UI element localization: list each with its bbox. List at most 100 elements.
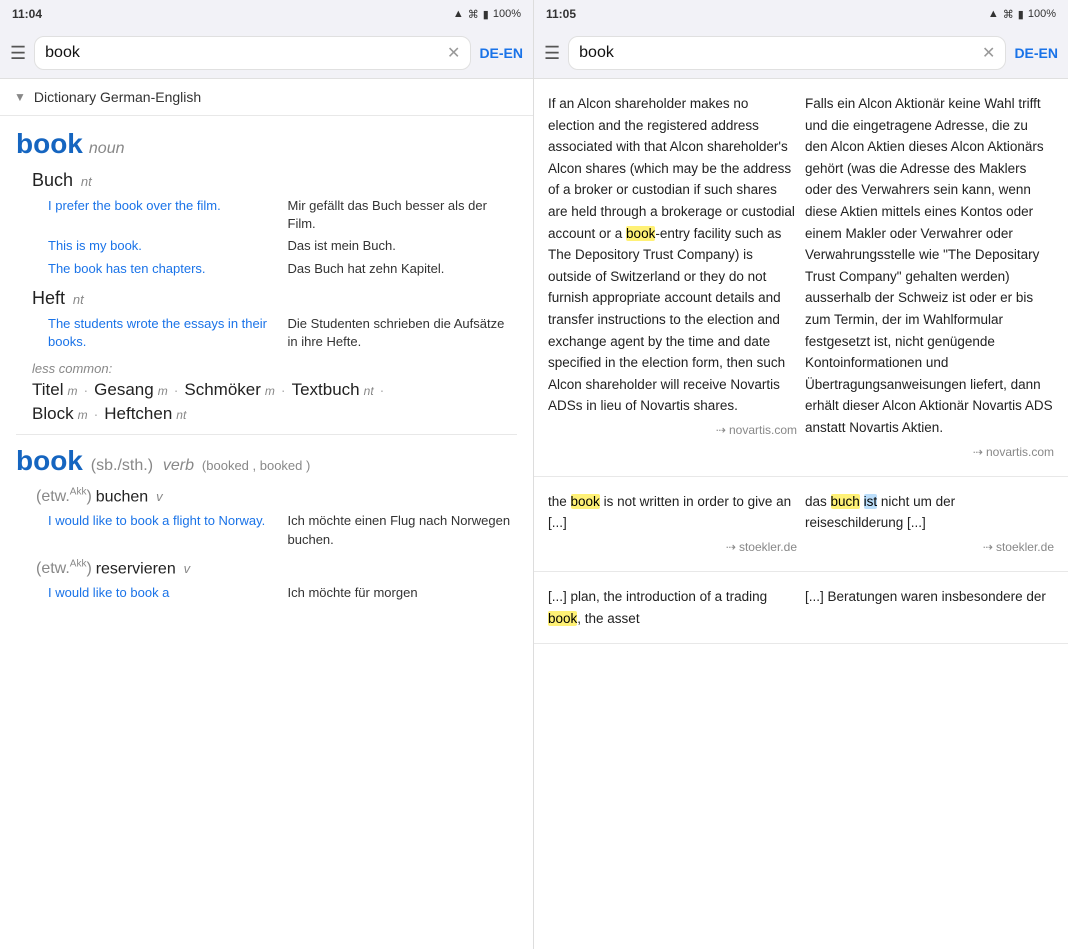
buch-examples: I prefer the book over the film. Mir gef… <box>48 197 517 278</box>
noun-entry-block: booknoun <box>16 128 517 160</box>
lc-textbuch: Textbuch <box>292 380 360 400</box>
battery-percent: 100% <box>1028 8 1056 20</box>
verb-obj: (sb./sth.) <box>91 457 153 474</box>
buch-gender: nt <box>81 174 92 189</box>
right-status-icons: ▲ ⌘ ▮ 100% <box>988 8 1056 21</box>
example-en[interactable]: The students wrote the essays in their b… <box>48 315 278 351</box>
reservieren-main: reservieren <box>96 560 176 577</box>
example-row: The book has ten chapters. Das Buch hat … <box>48 260 517 278</box>
left-status-bar: 11:04 ▲ ⌘ ▮ 100% <box>0 0 533 28</box>
translation-buch: Buch nt I prefer the book over the film.… <box>32 170 517 278</box>
example-de: Das Buch hat zehn Kapitel. <box>288 260 518 278</box>
example-en[interactable]: I would like to book a <box>48 584 278 602</box>
example-en[interactable]: I prefer the book over the film. <box>48 197 278 233</box>
example-de: Die Studenten schrieben die Aufsätze in … <box>288 315 518 351</box>
wifi-icon: ⌘ <box>1003 8 1014 21</box>
right-search-input[interactable] <box>579 44 976 62</box>
etw-label: (etw.Akk) <box>36 488 92 505</box>
source-link-icon: ⇢ <box>983 538 993 557</box>
highlight-book: book <box>626 226 655 241</box>
heft-examples: The students wrote the essays in their b… <box>48 315 517 351</box>
source-link-icon: ⇢ <box>716 421 726 440</box>
less-common-grid: Titel m · Gesang m · Schmöker m · Textbu… <box>32 380 517 426</box>
verb-entry-block: book (sb./sth.) verb (booked , booked ) <box>16 445 517 477</box>
signal-icon: ▲ <box>453 8 464 20</box>
right-lang-toggle[interactable]: DE-EN <box>1014 45 1058 61</box>
stoekler-source-right: ⇢ stoekler.de <box>805 538 1054 557</box>
less-common-label: less common: <box>32 361 517 376</box>
left-search-wrap: ✕ <box>34 36 471 70</box>
left-search-input[interactable] <box>45 44 441 62</box>
source-text[interactable]: stoekler.de <box>739 538 797 557</box>
left-lang-toggle[interactable]: DE-EN <box>479 45 523 61</box>
example-en[interactable]: This is my book. <box>48 237 278 255</box>
source-text[interactable]: novartis.com <box>729 421 797 440</box>
source-text[interactable]: stoekler.de <box>996 538 1054 557</box>
dict-header: ▼ Dictionary German-English <box>0 79 533 116</box>
left-status-icons: ▲ ⌘ ▮ 100% <box>453 8 521 21</box>
highlight-buch: buch <box>831 494 860 509</box>
verb-reservieren-group: (etw.Akk) reservieren v I would like to … <box>32 559 517 603</box>
reservieren-pos: v <box>184 561 191 576</box>
example-row: The students wrote the essays in their b… <box>48 315 517 351</box>
lc-heftchen-gender: nt <box>176 408 186 422</box>
text-content-de: Falls ein Alcon Aktionär keine Wahl trif… <box>805 96 1053 435</box>
lc-gesang: Gesang <box>94 380 154 400</box>
noun-pos: noun <box>89 140 125 157</box>
lc-titel: Titel <box>32 380 64 400</box>
lc-heftchen: Heftchen <box>104 404 172 424</box>
verb-headword: book <box>16 445 83 476</box>
right-time: 11:05 <box>546 7 576 21</box>
source-link-icon: ⇢ <box>973 443 983 462</box>
left-menu-icon[interactable]: ☰ <box>10 43 26 64</box>
left-source-novartis: ⇢ novartis.com <box>548 421 797 440</box>
text-content-de3: [...] Beratungen waren insbesondere der <box>805 589 1046 604</box>
left-search-bar: ☰ ✕ DE-EN <box>0 28 533 79</box>
right-menu-icon[interactable]: ☰ <box>544 43 560 64</box>
example-row: This is my book. Das ist mein Buch. <box>48 237 517 255</box>
source-text[interactable]: novartis.com <box>986 443 1054 462</box>
text-content: the book is not written in order to give… <box>548 494 791 531</box>
right-panel: 11:05 ▲ ⌘ ▮ 100% ☰ ✕ DE-EN If an Alcon s… <box>534 0 1068 949</box>
text-block-right: Falls ein Alcon Aktionär keine Wahl trif… <box>805 93 1054 462</box>
lc-titel-gender: m <box>68 384 78 398</box>
signal-icon: ▲ <box>988 8 999 20</box>
example-row: I prefer the book over the film. Mir gef… <box>48 197 517 233</box>
lc-block: Block <box>32 404 74 424</box>
plan-right: [...] Beratungen waren insbesondere der <box>805 586 1054 629</box>
highlight-ist: ist <box>864 494 878 509</box>
source-link-icon: ⇢ <box>726 538 736 557</box>
right-content: If an Alcon shareholder makes no electio… <box>534 79 1068 949</box>
verb-buchen-group: (etw.Akk) buchen v I would like to book … <box>32 487 517 549</box>
stoekler-left: the book is not written in order to give… <box>548 491 797 557</box>
dict-collapse-arrow[interactable]: ▼ <box>14 90 26 104</box>
divider <box>16 434 517 435</box>
lc-row: Titel m · Gesang m · <box>32 380 184 400</box>
left-panel: 11:04 ▲ ⌘ ▮ 100% ☰ ✕ DE-EN ▼ Dictionary … <box>0 0 534 949</box>
lc-gesang-gender: m <box>158 384 168 398</box>
battery-icon: ▮ <box>1018 8 1024 21</box>
lc-block-gender: m <box>78 408 88 422</box>
text-content: [...] plan, the introduction of a tradin… <box>548 589 767 626</box>
buchen-main: buchen <box>96 488 149 505</box>
translation-heft: Heft nt The students wrote the essays in… <box>32 288 517 351</box>
plan-left: [...] plan, the introduction of a tradin… <box>548 586 797 629</box>
dict-content: booknoun Buch nt I prefer the book over … <box>0 116 533 949</box>
left-clear-button[interactable]: ✕ <box>447 43 460 63</box>
right-clear-button[interactable]: ✕ <box>982 43 995 63</box>
lc-schmoker: Schmöker <box>184 380 261 400</box>
example-row: I would like to book a Ich möchte für mo… <box>48 584 517 602</box>
buch-main: Buch <box>32 170 73 190</box>
etw-label2: (etw.Akk) <box>36 560 92 577</box>
example-de: Ich möchte für morgen <box>288 584 518 602</box>
right-search-wrap: ✕ <box>568 36 1006 70</box>
example-en[interactable]: The book has ten chapters. <box>48 260 278 278</box>
lc-textbuch-gender: nt <box>364 384 374 398</box>
right-status-bar: 11:05 ▲ ⌘ ▮ 100% <box>534 0 1068 28</box>
example-en[interactable]: I would like to book a flight to Norway. <box>48 512 278 548</box>
stoekler-source-left: ⇢ stoekler.de <box>548 538 797 557</box>
highlight-book3: book <box>548 611 577 626</box>
example-row: I would like to book a flight to Norway.… <box>48 512 517 548</box>
example-de: Das ist mein Buch. <box>288 237 518 255</box>
verb-forms: (booked , booked ) <box>202 458 310 473</box>
